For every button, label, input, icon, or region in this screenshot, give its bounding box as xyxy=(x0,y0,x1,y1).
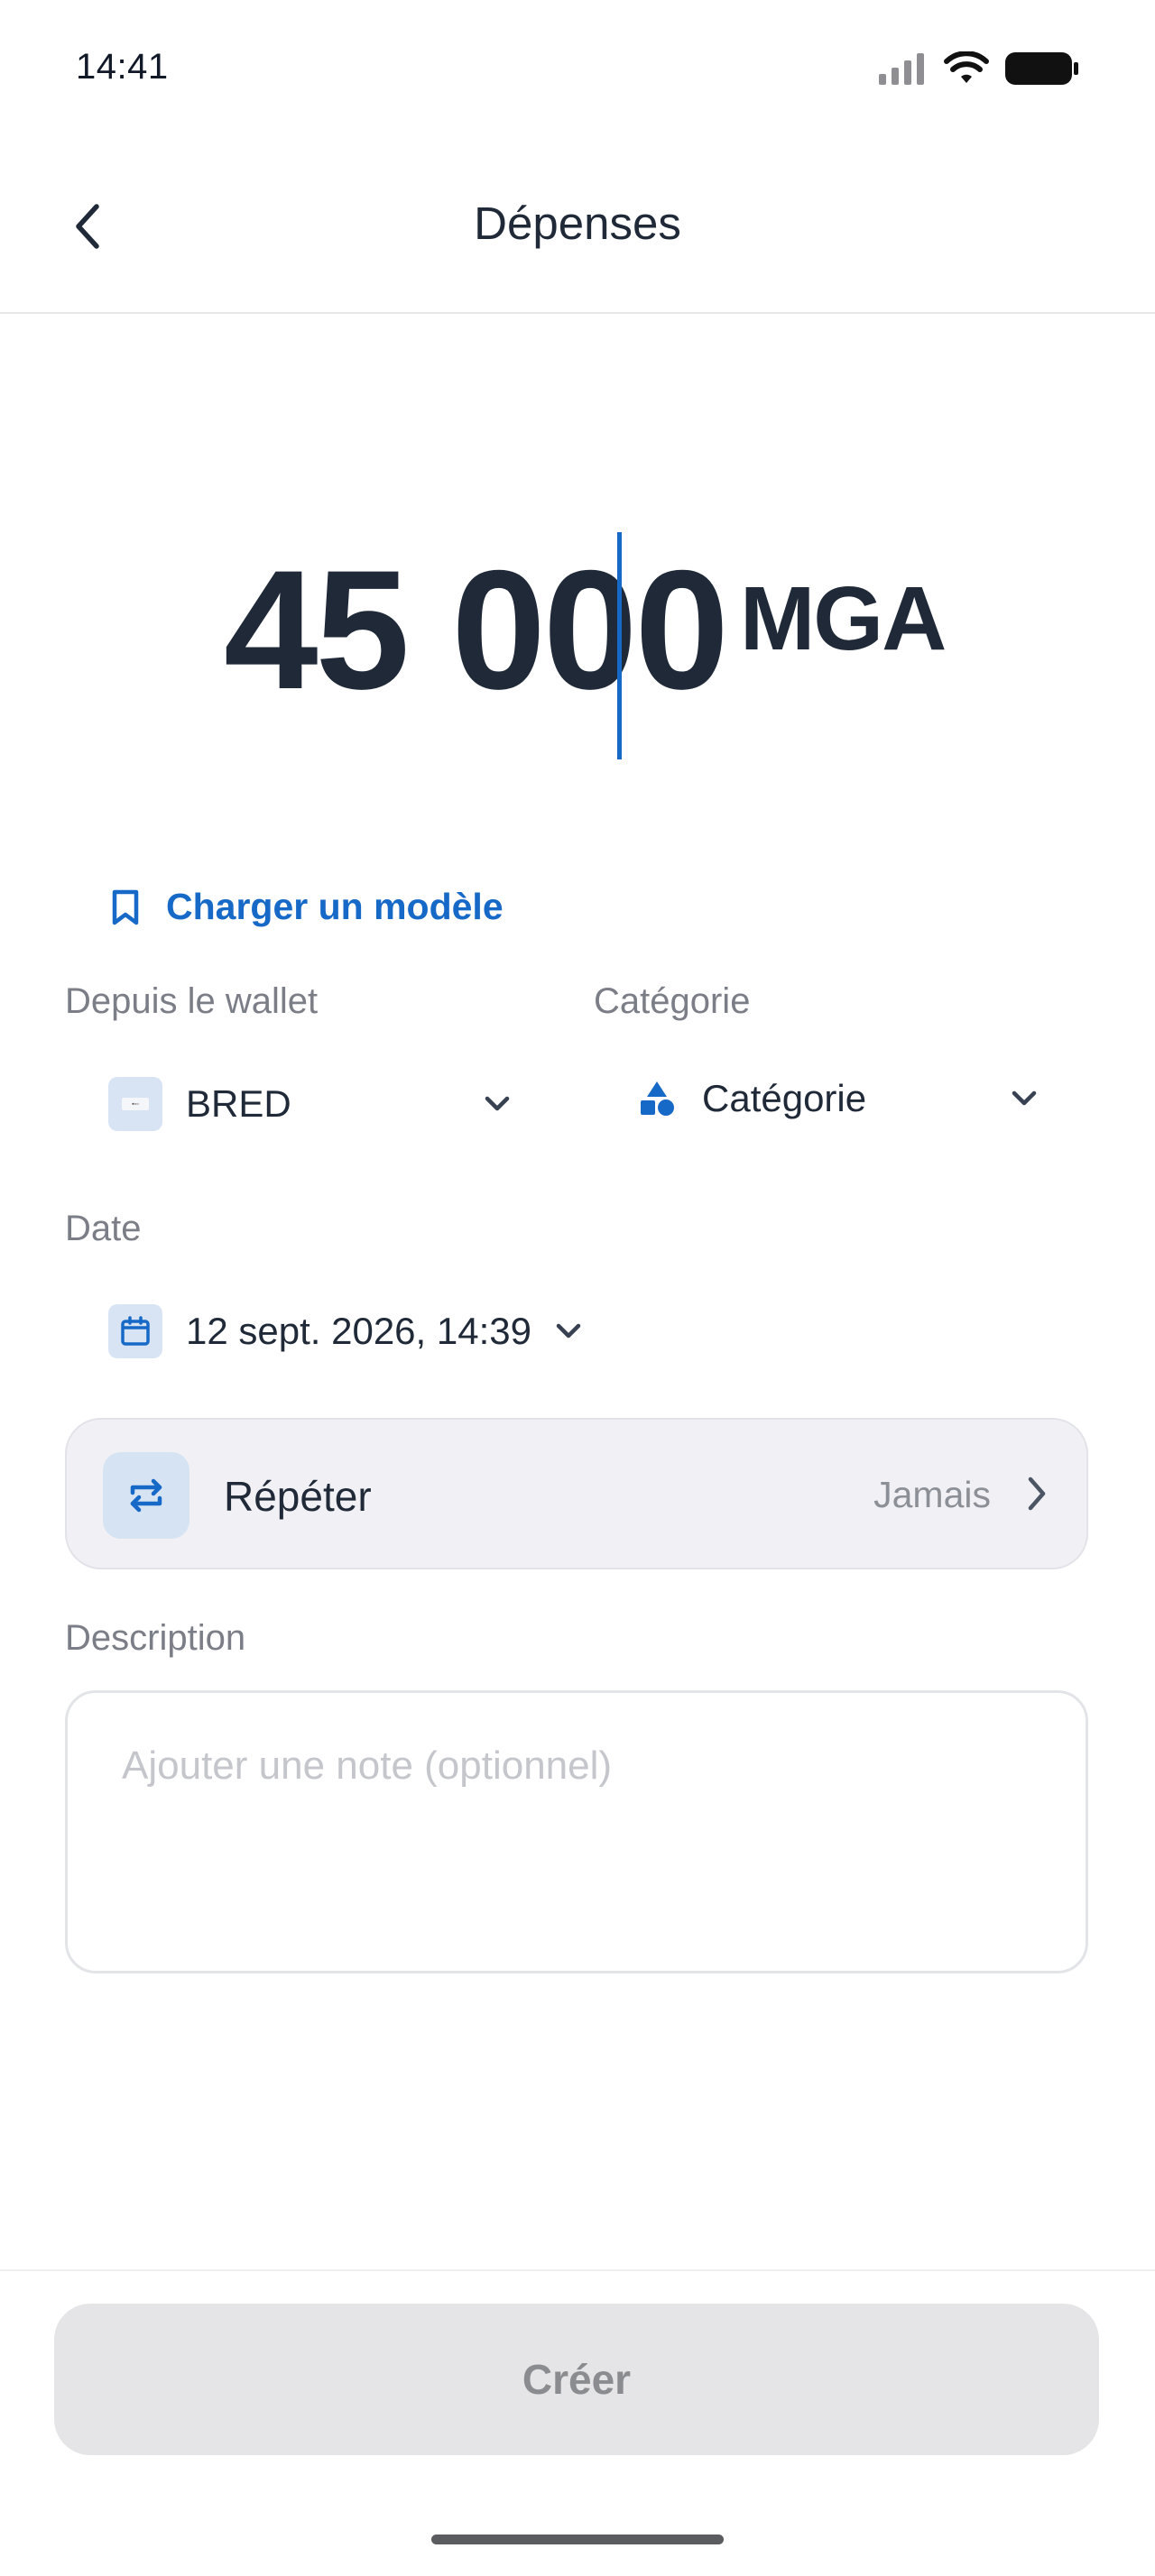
bank-logo-icon: ▪▫▫ xyxy=(122,1098,149,1110)
repeat-icon xyxy=(130,1478,162,1513)
category-selector[interactable]: Catégorie xyxy=(637,1077,1038,1120)
amount-value: 45 000 xyxy=(224,535,729,724)
repeat-icon-tile xyxy=(103,1452,189,1539)
repeat-row[interactable]: Répéter Jamais xyxy=(65,1418,1088,1569)
description-box xyxy=(65,1690,1088,1973)
wallet-value: BRED xyxy=(186,1082,291,1125)
bottom-divider xyxy=(0,2269,1155,2271)
cellular-signal-icon xyxy=(879,53,924,85)
date-value: 12 sept. 2026, 14:39 xyxy=(186,1310,531,1352)
category-field-label: Catégorie xyxy=(594,981,751,1021)
create-button[interactable]: Créer xyxy=(54,2304,1099,2455)
chevron-down-icon xyxy=(485,1096,510,1111)
status-time: 14:41 xyxy=(76,47,169,87)
chevron-down-icon xyxy=(556,1323,581,1339)
currency-code[interactable]: MGA xyxy=(740,574,947,664)
navigation-bar: Dépenses xyxy=(0,162,1155,314)
chevron-down-icon xyxy=(1012,1090,1037,1106)
status-icons xyxy=(879,51,1079,87)
description-input[interactable] xyxy=(122,1743,1024,1789)
category-value: Catégorie xyxy=(702,1077,867,1119)
load-template-label: Charger un modèle xyxy=(166,886,504,927)
wallet-logo-tile: ▪▫▫ xyxy=(108,1077,162,1131)
calendar-tile xyxy=(108,1304,162,1358)
wifi-icon xyxy=(944,51,989,83)
date-selector[interactable]: 12 sept. 2026, 14:39 xyxy=(108,1304,582,1358)
repeat-value: Jamais xyxy=(873,1474,991,1515)
wallet-field-label: Depuis le wallet xyxy=(65,981,319,1021)
battery-icon xyxy=(1005,52,1078,85)
chevron-right-icon xyxy=(1028,1477,1046,1511)
home-indicator xyxy=(431,2535,724,2544)
calendar-icon xyxy=(121,1316,150,1346)
page-title: Dépenses xyxy=(474,198,681,249)
shapes-icon xyxy=(641,1081,674,1116)
load-template-button[interactable]: Charger un modèle xyxy=(112,886,504,928)
status-bar: 14:41 xyxy=(0,0,1155,135)
amount-input[interactable]: 45 000 MGA xyxy=(0,505,1155,776)
bookmark-icon xyxy=(112,889,139,925)
text-caret xyxy=(617,532,622,759)
wallet-selector[interactable]: ▪▫▫ BRED xyxy=(108,1077,511,1131)
description-field-label: Description xyxy=(65,1618,246,1658)
date-field-label: Date xyxy=(65,1209,142,1248)
repeat-label: Répéter xyxy=(224,1473,372,1520)
